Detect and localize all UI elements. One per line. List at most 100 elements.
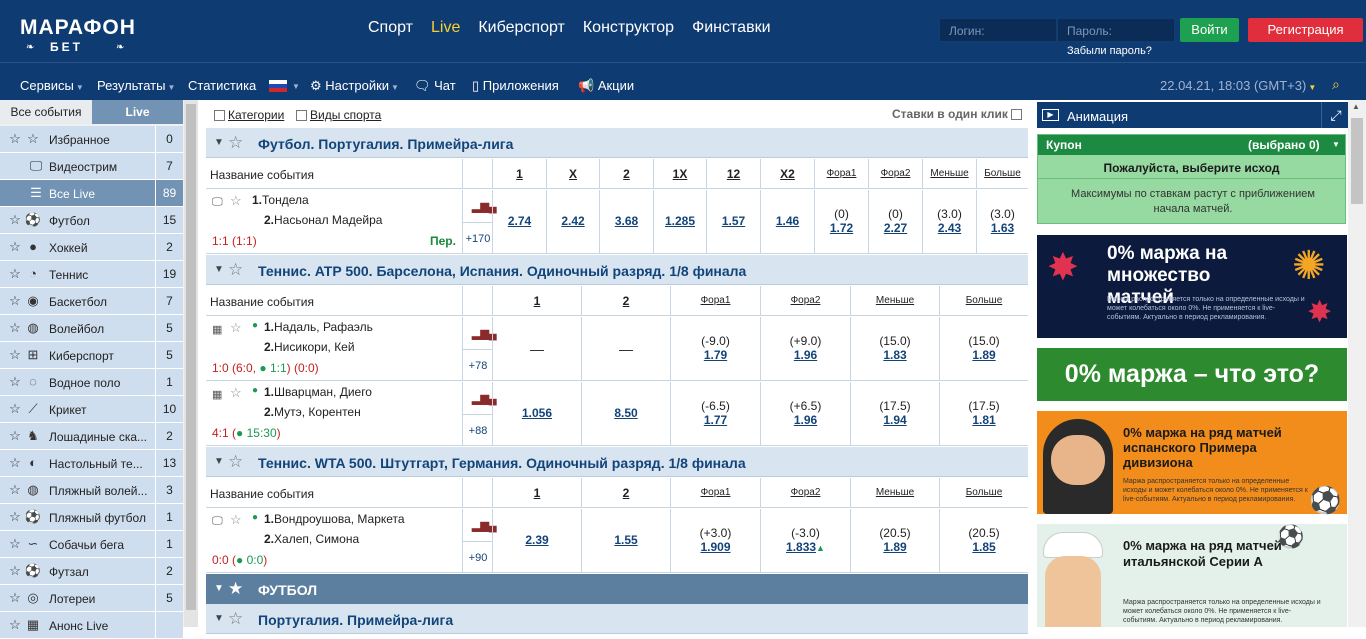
event-row[interactable]: ▦ ☆ ● 1.Шварцман, Диего 2.Мутэ, Корентен 4:1 … [206, 382, 1028, 446]
promo-banner-2[interactable]: 0% маржа – что это? [1037, 348, 1347, 401]
chevron-down-icon[interactable]: ▼ [214, 583, 224, 594]
star-icon[interactable]: ☆ [230, 193, 242, 209]
odds-column-header[interactable]: Фора2 [760, 286, 850, 316]
checkbox[interactable] [214, 110, 225, 122]
subnav-promo[interactable]: 📢 Акции [578, 78, 634, 94]
sidebar-item[interactable]: ☆ ☆ Избранное 0 [0, 126, 183, 153]
star-icon[interactable]: ☆ [6, 211, 24, 229]
scrollbar-thumb[interactable] [186, 104, 196, 610]
checkbox[interactable] [296, 110, 307, 122]
promo-banner-1[interactable]: ✸ ✺ ✸ 0% маржа на множество матчей Маржа… [1037, 235, 1347, 338]
password-input[interactable]: Пароль: [1057, 18, 1175, 42]
team1[interactable]: 1.Тондела [252, 193, 309, 207]
sidebar-item[interactable]: ☆ ◉ Баскетбол 7 [0, 288, 183, 315]
odds-value[interactable]: — [619, 341, 633, 357]
odds-column-header[interactable]: 2 [581, 478, 670, 508]
odds-column-header[interactable]: 2 [581, 286, 670, 316]
odds-cell[interactable]: 8.50 [581, 382, 670, 446]
scroll-up-icon[interactable]: ▲ [1352, 102, 1360, 111]
odds-value[interactable]: 1.96 [761, 413, 850, 427]
odds-cell[interactable]: (17.5) 1.94 [850, 382, 939, 446]
odds-cell[interactable]: — [581, 317, 670, 381]
tab-live[interactable]: Live [92, 100, 183, 124]
odds-cell[interactable]: 1.056 [492, 382, 581, 446]
promo-banner-4[interactable]: 0% маржа на ряд матчей итальянской Серии… [1037, 524, 1347, 627]
russia-flag-icon[interactable] [269, 80, 287, 92]
star-icon[interactable]: ☆ [6, 373, 24, 391]
team2[interactable]: 2.Мутэ, Корентен [264, 405, 361, 419]
sidebar-item[interactable]: ☆ ◍ Пляжный волей... 3 [0, 477, 183, 504]
odds-cell[interactable]: (+9.0) 1.96 [760, 317, 850, 381]
sidebar-item[interactable]: ☆ ◐ Настольный те... 13 [0, 450, 183, 477]
section-header[interactable]: ▼ ☆ Португалия. Примейра-лига [206, 604, 1028, 634]
star-icon[interactable]: ☆ [230, 320, 242, 336]
odds-column-header[interactable]: 1 [492, 478, 581, 508]
odds-cell[interactable]: (15.0) 1.83 [850, 317, 939, 381]
nav-live[interactable]: Live [431, 19, 460, 37]
register-button[interactable]: Регистрация [1248, 18, 1363, 42]
expand-icon[interactable]: ⤢ [1321, 102, 1350, 128]
scrollbar-thumb[interactable] [1351, 118, 1363, 204]
odds-value[interactable]: 1.77 [671, 413, 760, 427]
odds-value[interactable]: — [530, 341, 544, 357]
team2[interactable]: 2.Насьонал Мадейра [264, 213, 382, 227]
group-header[interactable]: ▼ ★ ФУТБОЛ [206, 574, 1028, 604]
chevron-down-icon[interactable]: ▼ [1332, 140, 1340, 149]
odds-column-header[interactable]: Фора1 [814, 159, 868, 189]
odds-value[interactable]: 1.46 [761, 214, 814, 228]
star-icon[interactable]: ☆ [6, 292, 24, 310]
event-row[interactable]: ▦ ☆ ● 1.Надаль, Рафаэль 2.Нисикори, Кей 1:0 (… [206, 317, 1028, 381]
star-icon[interactable]: ☆ [6, 238, 24, 256]
login-button[interactable]: Войти [1180, 18, 1239, 42]
sidebar-item[interactable]: ☆ ◌ Водное поло 1 [0, 369, 183, 396]
nav-sport[interactable]: Спорт [368, 19, 413, 37]
odds-cell[interactable]: (+6.5) 1.96 [760, 382, 850, 446]
odds-cell[interactable]: 2.39 [492, 509, 581, 573]
odds-value[interactable]: 2.42 [547, 214, 599, 228]
odds-value[interactable]: 2.43 [923, 221, 976, 235]
odds-value[interactable]: 1.57 [707, 214, 760, 228]
odds-column-header[interactable]: 1 [492, 286, 581, 316]
star-icon[interactable]: ☆ [228, 609, 243, 629]
odds-value[interactable]: 1.96 [761, 348, 850, 362]
odds-cell[interactable]: (-9.0) 1.79 [670, 317, 760, 381]
nav-esports[interactable]: Киберспорт [478, 19, 564, 37]
odds-cell[interactable]: 2.74 [492, 190, 546, 254]
odds-cell[interactable]: 1.46 [760, 190, 814, 254]
event-row[interactable]: 🖵 ☆ 1.Тондела 2.Насьонал Мадейра 1:1 (1:1) Пе… [206, 190, 1028, 254]
odds-cell[interactable]: (15.0) 1.89 [939, 317, 1028, 381]
forgot-password-link[interactable]: Забыли пароль? [1067, 45, 1152, 57]
odds-value[interactable]: 1.83 [851, 348, 939, 362]
sidebar-item[interactable]: ☰ Все Live 89 [0, 180, 183, 207]
section-header[interactable]: ▼ ☆ Теннис. ATP 500. Барселона, Испания. О… [206, 255, 1028, 285]
odds-column-header[interactable]: 1 [492, 159, 546, 189]
odds-cell[interactable]: 3.68 [599, 190, 653, 254]
odds-cell[interactable]: (+3.0) 1.909 [670, 509, 760, 573]
team2[interactable]: 2.Халеп, Симона [264, 532, 359, 546]
odds-value[interactable]: 1.85 [940, 540, 1028, 554]
star-icon[interactable]: ☆ [6, 589, 24, 607]
event-row[interactable]: 🖵 ☆ ● 1.Вондроушова, Маркета 2.Халеп, Симона… [206, 509, 1028, 573]
sidebar-item[interactable]: ☆ ♞ Лошадиные ска... 2 [0, 423, 183, 450]
search-icon[interactable]: ⌕ [1332, 76, 1340, 93]
sidebar-item[interactable]: ☆ ⚽ Пляжный футбол 1 [0, 504, 183, 531]
odds-column-header[interactable]: Фора1 [670, 286, 760, 316]
odds-column-header[interactable]: 12 [706, 159, 760, 189]
subnav-results[interactable]: Результаты ▼ [97, 78, 175, 93]
nav-constructor[interactable]: Конструктор [583, 19, 674, 37]
subnav-chat[interactable]: 🗨 Чат [414, 78, 456, 94]
odds-cell[interactable]: (0) 2.27 [868, 190, 922, 254]
odds-value[interactable]: 1.056 [493, 406, 581, 420]
more-markets-link[interactable]: +88 [463, 414, 493, 446]
subnav-services[interactable]: Сервисы ▼ [20, 78, 84, 93]
team1[interactable]: 1.Шварцман, Диего [264, 385, 372, 399]
odds-column-header[interactable]: Фора2 [760, 478, 850, 508]
star-icon[interactable]: ☆ [230, 512, 242, 528]
chevron-down-icon[interactable]: ▼ [214, 456, 224, 467]
odds-cell[interactable]: 1.285 [653, 190, 706, 254]
odds-cell[interactable]: (0) 1.72 [814, 190, 868, 254]
sidebar-item[interactable]: ☆ ∽ Собачьи бега 1 [0, 531, 183, 558]
odds-value[interactable]: 1.55 [582, 533, 670, 547]
nav-fin[interactable]: Финставки [692, 19, 770, 37]
odds-cell[interactable]: (20.5) 1.89 [850, 509, 939, 573]
